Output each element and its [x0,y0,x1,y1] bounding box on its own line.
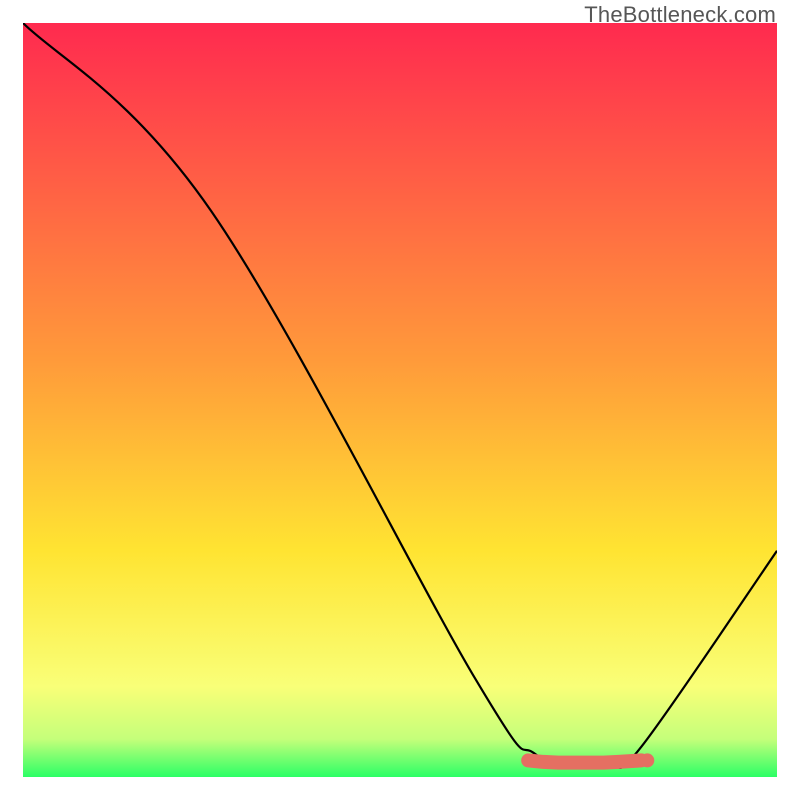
sweet-spot-end-dot [640,753,654,767]
bottleneck-chart [23,23,777,777]
chart-background [23,23,777,777]
sweet-spot-band [528,760,641,762]
